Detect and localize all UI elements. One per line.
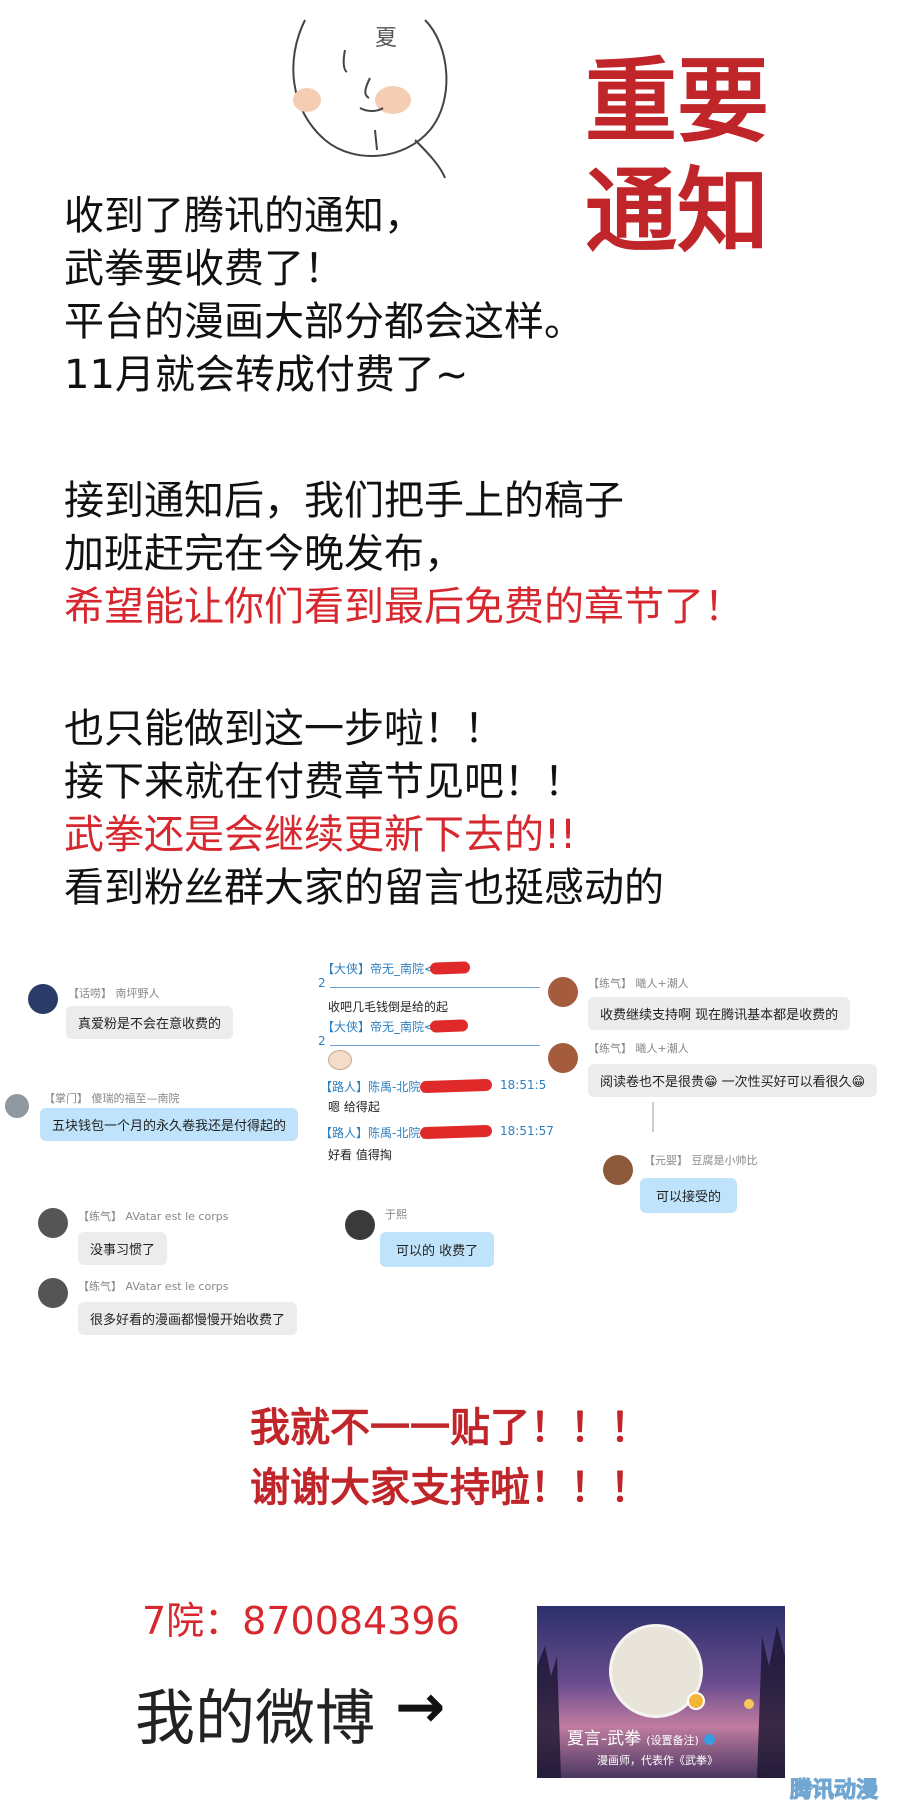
doodle-text: 夏	[375, 26, 398, 51]
group-sender: 陈禹-北院(	[368, 1080, 426, 1094]
chat-sender-name: 【话唠】 南坪野人	[68, 987, 160, 1000]
title-line-1: 重要	[585, 47, 770, 155]
thanks-line: 谢谢大家支持啦！！！	[250, 1464, 650, 1511]
group-chat-header: 【大侠】帝无_南院<	[322, 1018, 434, 1035]
avatar	[603, 1155, 633, 1185]
weibo-profile-card[interactable]: 夏言-武拳 (设置备注) 漫画师，代表作《武拳》	[537, 1606, 785, 1778]
weibo-label: 我的微博	[135, 1684, 375, 1754]
title-line-2: 通知	[585, 157, 770, 265]
notice-line: 11月就会转成付费了~	[64, 352, 469, 398]
group-suffix: 2	[318, 1034, 326, 1048]
avatar	[345, 1210, 375, 1240]
sticker-icon	[328, 1050, 352, 1070]
notice-line: 加班赶完在今晚发布，	[64, 531, 464, 577]
redaction-scribble	[419, 1124, 493, 1140]
divider	[330, 987, 540, 988]
chat-sender-name: 【元婴】 豆腐是小帅比	[644, 1154, 758, 1167]
avatar	[5, 1094, 29, 1118]
notice-line: 武拳要收费了！	[64, 246, 344, 292]
avatar	[548, 1043, 578, 1073]
group-time: 18:51:57	[500, 1124, 554, 1138]
profile-remark: (设置备注)	[646, 1734, 699, 1747]
group-message: 收吧几毛钱倒是给的起	[328, 1000, 449, 1014]
group-message: 好看 值得掏	[328, 1148, 392, 1162]
group-sender: 帝无_南院<	[370, 1020, 435, 1034]
chat-sender-name: 【掌门】 傻瑞的福至—南院	[44, 1092, 180, 1105]
chat-bubble: 没事习惯了	[78, 1232, 168, 1265]
group-tag: 【大侠】	[322, 962, 371, 976]
notice-line: 平台的漫画大部分都会这样。	[64, 299, 584, 345]
group-tag: 【大侠】	[322, 1020, 371, 1034]
avatar	[38, 1278, 68, 1308]
chat-bubble: 可以接受的	[640, 1178, 738, 1213]
chat-sender-name: 【练气】 AVatar est le corps	[78, 1280, 229, 1293]
redaction-scribble	[429, 1019, 469, 1033]
chat-sender-name: 【练气】 曦人+潮人	[588, 1042, 689, 1055]
redaction-scribble	[419, 1078, 493, 1094]
notice-highlight-line: 武拳还是会继续更新下去的!!	[64, 812, 577, 858]
notice-line: 接到通知后，我们把手上的稿子	[64, 478, 624, 524]
avatar	[548, 977, 578, 1007]
group-message: 嗯 给得起	[328, 1100, 380, 1114]
notice-line: 接下来就在付费章节见吧！！	[64, 759, 584, 805]
group-chat-header: 【路人】陈禹-北院(	[320, 1078, 425, 1095]
divider	[330, 1045, 540, 1046]
profile-name: 夏言-武拳 (设置备注)	[567, 1724, 715, 1749]
notice-highlight-line: 希望能让你们看到最后免费的章节了！	[64, 584, 744, 630]
group-tag: 【路人】	[320, 1126, 369, 1140]
arrow-icon: →	[395, 1672, 446, 1742]
doodle-face-icon	[292, 19, 448, 179]
group-time: 18:51:5	[500, 1078, 547, 1092]
profile-username: 夏言-武拳	[567, 1729, 642, 1749]
avatar	[38, 1208, 68, 1238]
chat-bubble: 五块钱包一个月的永久卷我还是付得起的	[40, 1108, 299, 1141]
chat-sender-name: 于熙	[385, 1208, 407, 1221]
chat-bubble: 很多好看的漫画都慢慢开始收费了	[78, 1302, 298, 1335]
notice-line: 也只能做到这一步啦！！	[64, 706, 504, 752]
group-tag: 【路人】	[320, 1080, 369, 1094]
notice-line: 看到粉丝群大家的留言也挺感动的	[64, 865, 664, 911]
chat-sender-name: 【练气】 曦人+潮人	[588, 977, 689, 990]
gender-icon	[703, 1734, 715, 1745]
group-suffix: 2	[318, 976, 326, 990]
thanks-line: 我就不一一贴了！！！	[250, 1404, 650, 1451]
notice-line: 收到了腾讯的通知，	[64, 193, 424, 239]
group-chat-header: 【大侠】帝无_南院<	[322, 960, 434, 977]
chat-bubble: 真爱粉是不会在意收费的	[66, 1006, 234, 1039]
group-sender: 陈禹-北院(	[368, 1126, 426, 1140]
divider	[652, 1102, 654, 1132]
chat-bubble: 可以的 收费了	[380, 1232, 495, 1267]
chat-sender-name: 【练气】 AVatar est le corps	[78, 1210, 229, 1223]
redaction-scribble	[429, 961, 471, 975]
watermark: 腾讯动漫	[789, 1778, 879, 1804]
group-number: 7院：870084396	[142, 1599, 460, 1643]
avatar	[28, 984, 58, 1014]
group-chat-header: 【路人】陈禹-北院(	[320, 1124, 425, 1141]
profile-description: 漫画师，代表作《武拳》	[597, 1754, 718, 1767]
chat-bubble: 收费继续支持啊 现在腾讯基本都是收费的	[588, 997, 851, 1030]
group-sender: 帝无_南院<	[370, 962, 435, 976]
verified-badge-icon	[687, 1692, 705, 1710]
chat-bubble: 阅读卷也不是很贵😁 一次性买好可以看很久😁	[588, 1064, 878, 1097]
